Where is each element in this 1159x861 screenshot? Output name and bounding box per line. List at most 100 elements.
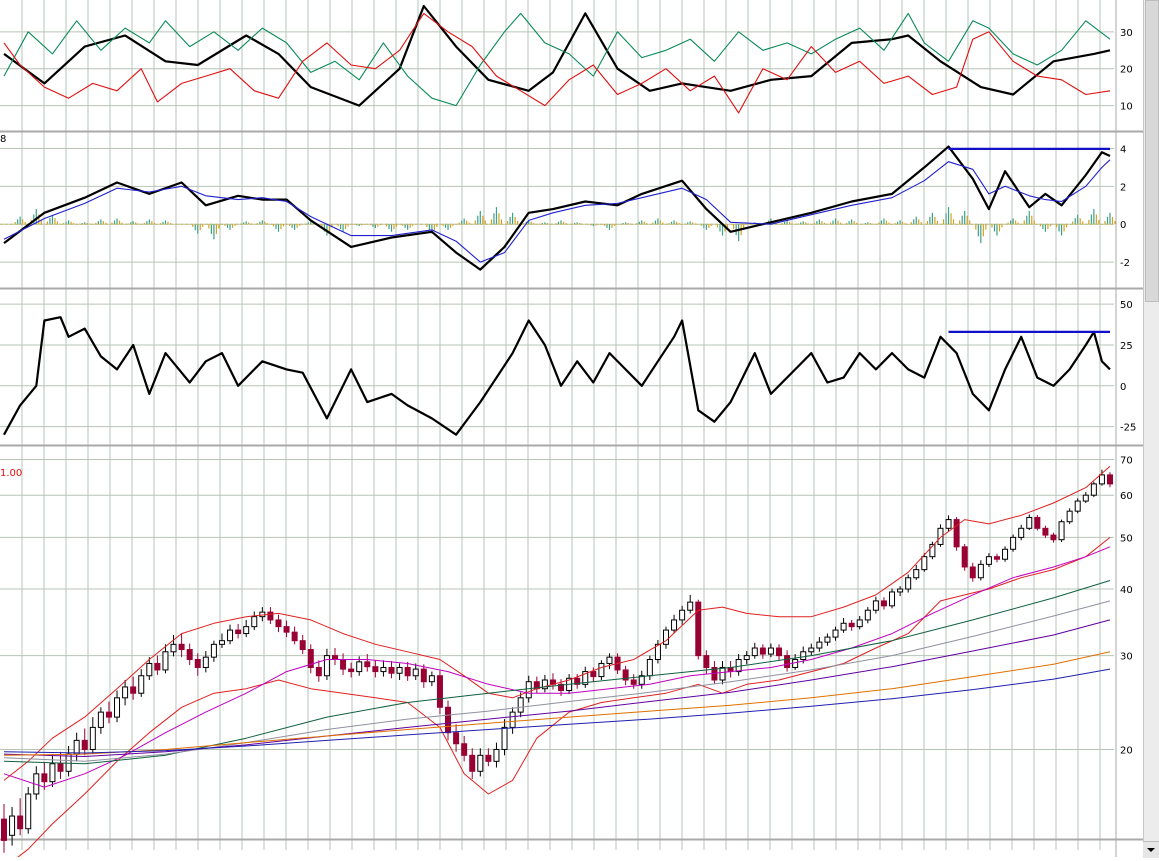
y-tick-label: 2 bbox=[1120, 182, 1126, 193]
candle-body bbox=[105, 711, 112, 718]
candle-body bbox=[25, 793, 32, 830]
candle-body bbox=[703, 655, 710, 668]
candle-body bbox=[808, 647, 815, 653]
scroll-down-button[interactable] bbox=[1143, 841, 1159, 858]
candle-body bbox=[525, 681, 532, 699]
candle-body bbox=[331, 655, 338, 661]
candle-body bbox=[243, 626, 250, 635]
y-tick-label: 10 bbox=[1120, 102, 1133, 113]
candle-body bbox=[235, 629, 242, 635]
candle-body bbox=[735, 659, 742, 673]
y-tick-label: 0 bbox=[1120, 220, 1126, 231]
candle-body bbox=[1002, 548, 1009, 560]
stock-chart: 10 20 30 -2 0 2 4 -25 0 25 50 20 30 40 50 60 70 8 1.00 bbox=[0, 0, 1143, 861]
candle-body bbox=[1082, 494, 1089, 502]
candle-body bbox=[1026, 516, 1033, 529]
candle-body bbox=[985, 556, 992, 565]
candle-body bbox=[17, 815, 24, 830]
candle-body bbox=[743, 655, 750, 661]
candle-body bbox=[921, 556, 928, 571]
candle-body bbox=[856, 619, 863, 628]
candle-body bbox=[146, 662, 153, 677]
candle-body bbox=[461, 743, 468, 756]
candle-body bbox=[485, 754, 492, 762]
candle-body bbox=[178, 643, 185, 651]
candle-body bbox=[372, 666, 379, 673]
candle-body bbox=[194, 659, 201, 668]
candle-body bbox=[267, 611, 274, 621]
candle-body bbox=[130, 686, 137, 694]
candle-body bbox=[590, 671, 597, 678]
candle-body bbox=[420, 668, 427, 683]
y-tick-label: 30 bbox=[1120, 652, 1133, 663]
candle-body bbox=[138, 675, 145, 694]
candle-body bbox=[880, 600, 887, 607]
series-line bbox=[3, 159, 1111, 263]
candle-body bbox=[81, 739, 88, 750]
y-tick-label: 20 bbox=[1120, 745, 1133, 756]
y-tick-label: 60 bbox=[1120, 491, 1133, 502]
candle-body bbox=[227, 629, 234, 642]
candle-body bbox=[864, 609, 871, 621]
y-tick-label: 4 bbox=[1120, 144, 1126, 155]
candle-body bbox=[977, 563, 984, 579]
candle-body bbox=[501, 726, 508, 750]
candle-body bbox=[913, 569, 920, 579]
candle-body bbox=[961, 546, 968, 568]
candle-body bbox=[784, 655, 791, 668]
candle-body bbox=[162, 651, 169, 671]
candle-body bbox=[776, 647, 783, 657]
candle-body bbox=[493, 748, 500, 762]
candle-body bbox=[1090, 483, 1097, 496]
series-line bbox=[3, 668, 1111, 754]
candle-body bbox=[65, 753, 72, 772]
y-tick-label: 50 bbox=[1120, 300, 1133, 311]
candle-body bbox=[759, 647, 766, 655]
candle-body bbox=[445, 706, 452, 734]
candle-body bbox=[1034, 516, 1041, 529]
candle-body bbox=[1107, 474, 1113, 485]
candle-body bbox=[41, 773, 48, 783]
candle-body bbox=[671, 619, 678, 631]
candle-body bbox=[969, 566, 976, 579]
candle-body bbox=[848, 622, 855, 628]
candle-body bbox=[291, 631, 298, 642]
candle-body bbox=[49, 763, 56, 783]
y-tick-label: 50 bbox=[1120, 533, 1133, 544]
candle-body bbox=[315, 666, 322, 677]
candle-body bbox=[428, 675, 435, 683]
candle-body bbox=[477, 754, 484, 772]
price-panel-corner-label: 1.00 bbox=[0, 468, 22, 479]
series-line bbox=[3, 619, 1111, 757]
candle-body bbox=[97, 711, 104, 728]
candle-body bbox=[210, 643, 217, 658]
candle-body bbox=[905, 577, 912, 590]
candle-body bbox=[889, 591, 896, 607]
candle-body bbox=[436, 675, 443, 708]
candle-body bbox=[1042, 527, 1049, 536]
candle-body bbox=[469, 754, 476, 772]
candle-body bbox=[1050, 534, 1057, 541]
y-tick-label: 30 bbox=[1120, 28, 1133, 39]
candle-body bbox=[453, 732, 460, 745]
candle-body bbox=[630, 679, 637, 685]
candle-body bbox=[1018, 527, 1025, 538]
panels: 10 20 30 -2 0 2 4 -25 0 25 50 20 30 40 50 60 70 bbox=[0, 4, 1136, 861]
candle-body bbox=[824, 636, 831, 643]
chart-window: 10 20 30 -2 0 2 4 -25 0 25 50 20 30 40 50 60 70 8 1.00 bbox=[0, 0, 1159, 861]
candle-body bbox=[380, 666, 387, 673]
candle-body bbox=[1074, 500, 1081, 512]
grid bbox=[0, 0, 1143, 857]
candle-body bbox=[872, 600, 879, 611]
y-tick-label: 25 bbox=[1120, 341, 1133, 352]
candle-body bbox=[1058, 521, 1065, 541]
candle-body bbox=[396, 666, 403, 674]
y-tick-label: 40 bbox=[1120, 585, 1133, 596]
candle-body bbox=[1010, 536, 1017, 550]
candle-body bbox=[275, 619, 282, 628]
chevron-down-icon bbox=[1147, 848, 1155, 852]
candle-body bbox=[283, 626, 290, 633]
scrollbar-thumb[interactable] bbox=[1145, 0, 1159, 302]
series-line bbox=[3, 316, 1111, 436]
candle-body bbox=[323, 655, 330, 677]
